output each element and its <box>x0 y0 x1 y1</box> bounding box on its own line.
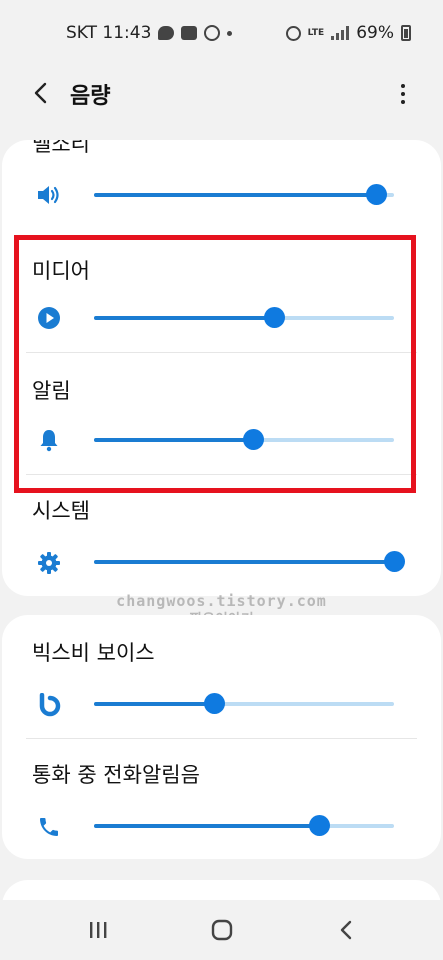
slider-fill <box>94 438 253 442</box>
system-back-button[interactable] <box>326 916 366 944</box>
bell-icon[interactable] <box>36 427 62 453</box>
slider-thumb[interactable] <box>243 429 264 450</box>
gallery-notification-icon <box>181 26 198 40</box>
page-title: 음량 <box>70 84 111 109</box>
slider-fill <box>94 824 319 828</box>
app-header: 음량 <box>0 66 443 120</box>
slider-label: 통화 중 전화알림음 <box>32 763 200 787</box>
play-circle-icon[interactable] <box>36 305 62 331</box>
slider-row-ringtone: 벨소리 <box>2 140 441 235</box>
alarm-icon <box>285 25 301 41</box>
slider-thumb[interactable] <box>366 184 387 205</box>
volume-slider[interactable] <box>94 551 405 573</box>
slider-label: 시스템 <box>32 499 90 523</box>
volume-slider[interactable] <box>94 429 394 451</box>
slider-row-call: 통화 중 전화알림음 <box>2 739 441 859</box>
recent-apps-button[interactable] <box>78 916 118 944</box>
watermark-url: changwoos.tistory.com <box>116 592 327 610</box>
recent-apps-icon <box>90 922 107 938</box>
bixby-icon[interactable] <box>36 692 62 718</box>
slider-fill <box>94 702 214 706</box>
battery-percent: 69% <box>356 23 394 43</box>
talk-notification-icon <box>158 26 175 40</box>
home-icon <box>211 919 233 941</box>
back-button[interactable] <box>24 76 58 110</box>
slider-label: 알림 <box>32 379 71 403</box>
slider-thumb[interactable] <box>264 307 285 328</box>
volume-slider[interactable] <box>94 307 394 329</box>
more-notifications-dot-icon <box>227 30 233 36</box>
slider-row-bixby: 빅스비 보이스 <box>2 615 441 737</box>
slider-label: 미디어 <box>32 259 90 283</box>
signal-icon <box>331 26 350 40</box>
volume-card-secondary: 빅스비 보이스 통화 중 전화알림음 <box>2 615 441 859</box>
phone-icon[interactable] <box>36 814 62 840</box>
slider-thumb[interactable] <box>384 551 405 572</box>
slider-fill <box>94 193 376 197</box>
status-right: LTE 69% <box>285 23 411 43</box>
more-vert-icon <box>401 84 405 88</box>
volume-slider[interactable] <box>94 815 394 837</box>
navigation-bar <box>0 900 443 960</box>
slider-row-media: 미디어 <box>2 235 441 352</box>
more-options-button[interactable] <box>389 78 417 110</box>
status-left: SKT 11:43 <box>66 23 233 43</box>
gear-icon[interactable] <box>36 550 62 576</box>
home-button[interactable] <box>202 916 242 944</box>
speaker-icon[interactable] <box>36 182 62 208</box>
slider-label: 빅스비 보이스 <box>32 641 155 665</box>
volume-slider[interactable] <box>94 184 394 206</box>
location-notification-icon <box>204 25 221 41</box>
slider-fill <box>94 560 394 564</box>
slider-thumb[interactable] <box>309 815 330 836</box>
chevron-left-icon <box>34 82 47 104</box>
chevron-left-icon <box>340 920 352 940</box>
slider-fill <box>94 316 274 320</box>
slider-row-notification: 알림 <box>2 353 441 473</box>
slider-label: 벨소리 <box>32 140 90 156</box>
status-bar: SKT 11:43 LTE 69% <box>0 0 443 66</box>
volume-slider[interactable] <box>94 693 394 715</box>
network-type: LTE <box>307 27 325 38</box>
battery-icon <box>401 25 411 41</box>
slider-thumb[interactable] <box>204 693 225 714</box>
slider-row-system: 시스템 <box>2 475 441 596</box>
volume-card-main: 벨소리 미디어 알림 시스템 <box>2 140 441 596</box>
carrier-time: SKT 11:43 <box>66 23 152 43</box>
